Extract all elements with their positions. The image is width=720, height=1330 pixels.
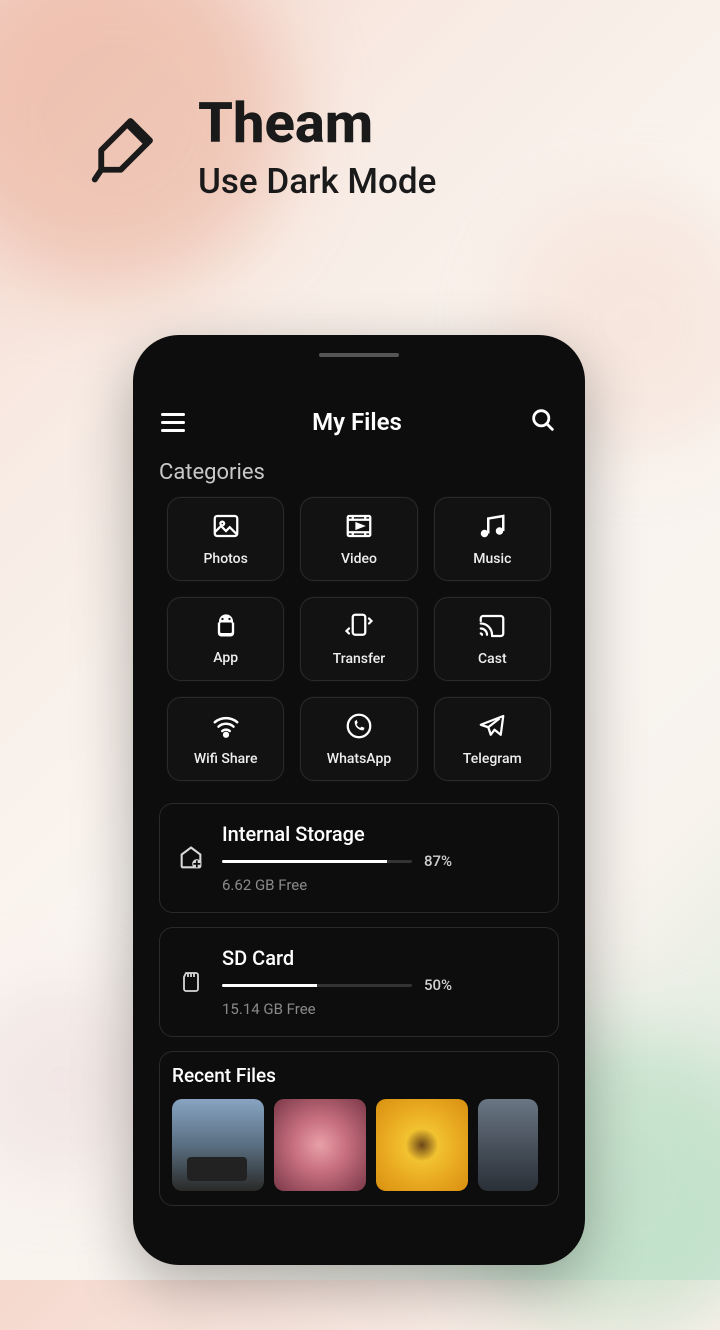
progress-bar (222, 860, 412, 863)
page-subtitle: Use Dark Mode (198, 161, 436, 202)
phone-frame: My Files Categories Photos Video Music A… (133, 335, 585, 1265)
sdcard-icon (176, 968, 206, 996)
progress-fill (222, 984, 317, 987)
video-icon (344, 511, 374, 545)
category-app[interactable]: App (167, 597, 284, 681)
category-telegram[interactable]: Telegram (434, 697, 551, 781)
categories-heading: Categories (159, 452, 559, 497)
progress-fill (222, 860, 387, 863)
recent-thumb[interactable] (478, 1099, 538, 1191)
recent-files: Recent Files (159, 1051, 559, 1206)
category-label: Transfer (333, 651, 386, 667)
category-label: WhatsApp (327, 751, 391, 767)
telegram-icon (477, 711, 507, 745)
recent-thumb[interactable] (172, 1099, 264, 1191)
category-video[interactable]: Video (300, 497, 417, 581)
category-label: Wifi Share (194, 751, 258, 767)
category-photos[interactable]: Photos (167, 497, 284, 581)
recent-thumbs (172, 1099, 546, 1191)
category-cast[interactable]: Cast (434, 597, 551, 681)
category-wifi-share[interactable]: Wifi Share (167, 697, 284, 781)
storage-percent: 50% (424, 976, 452, 994)
cast-icon (477, 611, 507, 645)
category-music[interactable]: Music (434, 497, 551, 581)
storage-sdcard[interactable]: SD Card 50% 15.14 GB Free (159, 927, 559, 1037)
category-label: Cast (478, 651, 507, 667)
music-icon (477, 511, 507, 545)
recent-thumb[interactable] (376, 1099, 468, 1191)
whatsapp-icon (344, 711, 374, 745)
category-label: Music (473, 551, 511, 567)
storage-title: SD Card (222, 946, 542, 970)
page-title: Theam (198, 95, 436, 151)
menu-icon[interactable] (161, 413, 185, 432)
progress-bar (222, 984, 412, 987)
storage-free: 15.14 GB Free (222, 1000, 542, 1018)
category-label: Video (341, 551, 377, 567)
storage-free: 6.62 GB Free (222, 876, 542, 894)
recent-files-heading: Recent Files (172, 1064, 546, 1087)
categories-grid: Photos Video Music App Transfer Cast (159, 497, 559, 781)
storage-title: Internal Storage (222, 822, 542, 846)
top-bar: My Files (159, 400, 559, 452)
internal-storage-icon (176, 844, 206, 872)
paintbrush-icon (85, 108, 163, 190)
storage-percent: 87% (424, 852, 452, 870)
category-label: Photos (204, 551, 248, 567)
transfer-icon (344, 611, 374, 645)
storage-internal[interactable]: Internal Storage 87% 6.62 GB Free (159, 803, 559, 913)
category-label: Telegram (463, 751, 522, 767)
category-transfer[interactable]: Transfer (300, 597, 417, 681)
app-icon (212, 612, 240, 644)
notch-indicator (319, 353, 399, 357)
app-title: My Files (312, 408, 402, 436)
search-icon[interactable] (529, 406, 557, 438)
recent-thumb[interactable] (274, 1099, 366, 1191)
screen: My Files Categories Photos Video Music A… (143, 345, 575, 1255)
photos-icon (211, 511, 241, 545)
category-whatsapp[interactable]: WhatsApp (300, 697, 417, 781)
page-header: Theam Use Dark Mode (0, 0, 720, 202)
wifi-icon (211, 711, 241, 745)
category-label: App (213, 650, 238, 666)
